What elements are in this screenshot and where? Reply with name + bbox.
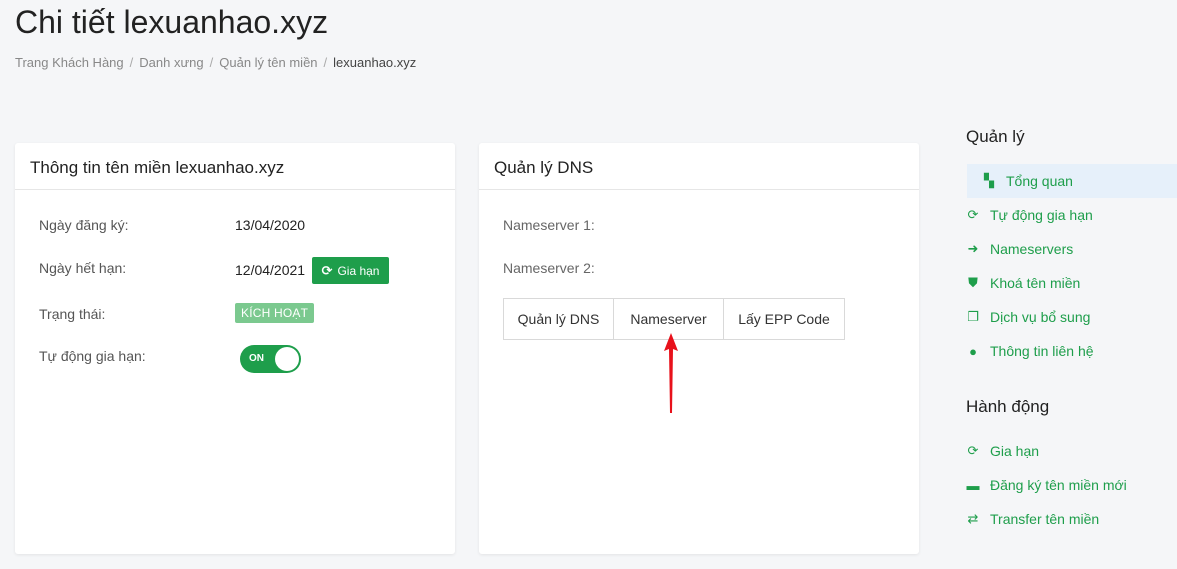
sidebar-item-contact-info[interactable]: ● Thông tin liên hệ [966,334,1177,368]
dns-management-title: Quản lý DNS [479,143,919,190]
auto-renew-toggle[interactable]: ON [240,345,301,373]
nameserver-1-label: Nameserver 1: [503,217,595,233]
annotation-arrow [664,333,678,413]
sidebar-item-label: Nameservers [990,241,1074,257]
get-epp-code-button[interactable]: Lấy EPP Code [723,298,845,340]
breadcrumb-current: lexuanhao.xyz [333,55,417,70]
sidebar-item-transfer-domain[interactable]: ⇄ Transfer tên miền [966,502,1177,536]
sidebar-item-auto-renew[interactable]: ⟳ Tự động gia hạn [966,198,1177,232]
sidebar-item-label: Transfer tên miền [990,511,1100,527]
sidebar-item-renew[interactable]: ⟳ Gia hạn [966,434,1177,468]
auto-renew-label: Tự động gia hạn: [39,348,146,364]
dashboard-icon: ▚ [984,173,994,188]
domain-info-title: Thông tin tên miền lexuanhao.xyz [15,143,455,190]
status-badge: KÍCH HOẠT [235,303,315,323]
breadcrumb-separator: / [323,55,328,70]
clone-icon: ❐ [967,309,979,324]
domain-info-card: Thông tin tên miền lexuanhao.xyz Ngày đă… [15,143,455,554]
renew-button[interactable]: ⟳ Gia hạn [312,257,389,284]
sidebar-item-overview[interactable]: ▚ Tổng quan [967,164,1177,198]
sidebar-item-label: Đăng ký tên miền mới [990,477,1127,493]
manage-dns-button[interactable]: Quản lý DNS [503,298,614,340]
sidebar-item-label: Thông tin liên hệ [990,343,1094,359]
dns-management-card: Quản lý DNS Nameserver 1: Nameserver 2: … [479,143,919,554]
toggle-knob [275,347,299,371]
sidebar-item-label: Gia hạn [990,443,1040,459]
sidebar-item-label: Khoá tên miền [990,275,1081,291]
breadcrumb-nickname[interactable]: Danh xưng [139,55,203,70]
sidebar-item-label: Tổng quan [1006,173,1073,189]
breadcrumb-separator: / [209,55,214,70]
expiry-date-label: Ngày hết hạn: [39,260,127,276]
registration-date-value: 13/04/2020 [235,217,306,233]
breadcrumb-separator: / [129,55,134,70]
user-icon: ● [969,343,977,359]
sidebar-item-domain-lock[interactable]: ⛊ Khoá tên miền [966,266,1177,300]
breadcrumb-client-area[interactable]: Trang Khách Hàng [15,55,124,70]
arrow-right-icon: ➜ [967,241,979,256]
breadcrumb-domain-management[interactable]: Quản lý tên miền [219,55,317,70]
breadcrumb: Trang Khách Hàng / Danh xưng / Quản lý t… [15,55,416,70]
shield-icon: ⛊ [968,275,978,290]
status-label: Trạng thái: [39,306,106,322]
renew-button-label: Gia hạn [337,263,380,278]
sidebar-item-register-new-domain[interactable]: ▬ Đăng ký tên miền mới [966,468,1177,502]
sync-icon: ⟳ [967,207,979,222]
exchange-icon: ⇄ [967,511,979,526]
actions-heading: Hành động [966,397,1050,416]
nameserver-2-label: Nameserver 2: [503,260,595,276]
sidebar-item-label: Dịch vụ bổ sung [990,309,1091,325]
sync-icon: ⟳ [321,262,333,278]
manage-heading: Quản lý [966,127,1025,146]
toggle-state-text: ON [249,353,264,364]
sidebar-item-addons[interactable]: ❐ Dịch vụ bổ sung [966,300,1177,334]
sidebar-item-nameservers[interactable]: ➜ Nameservers [966,232,1177,266]
page-title: Chi tiết lexuanhao.xyz [15,4,329,40]
expiry-date-value: 12/04/2021 [235,262,306,278]
registration-date-label: Ngày đăng ký: [39,217,129,233]
tag-icon: ▬ [966,477,980,493]
sidebar-item-label: Tự động gia hạn [990,207,1093,223]
sync-icon: ⟳ [967,443,979,458]
